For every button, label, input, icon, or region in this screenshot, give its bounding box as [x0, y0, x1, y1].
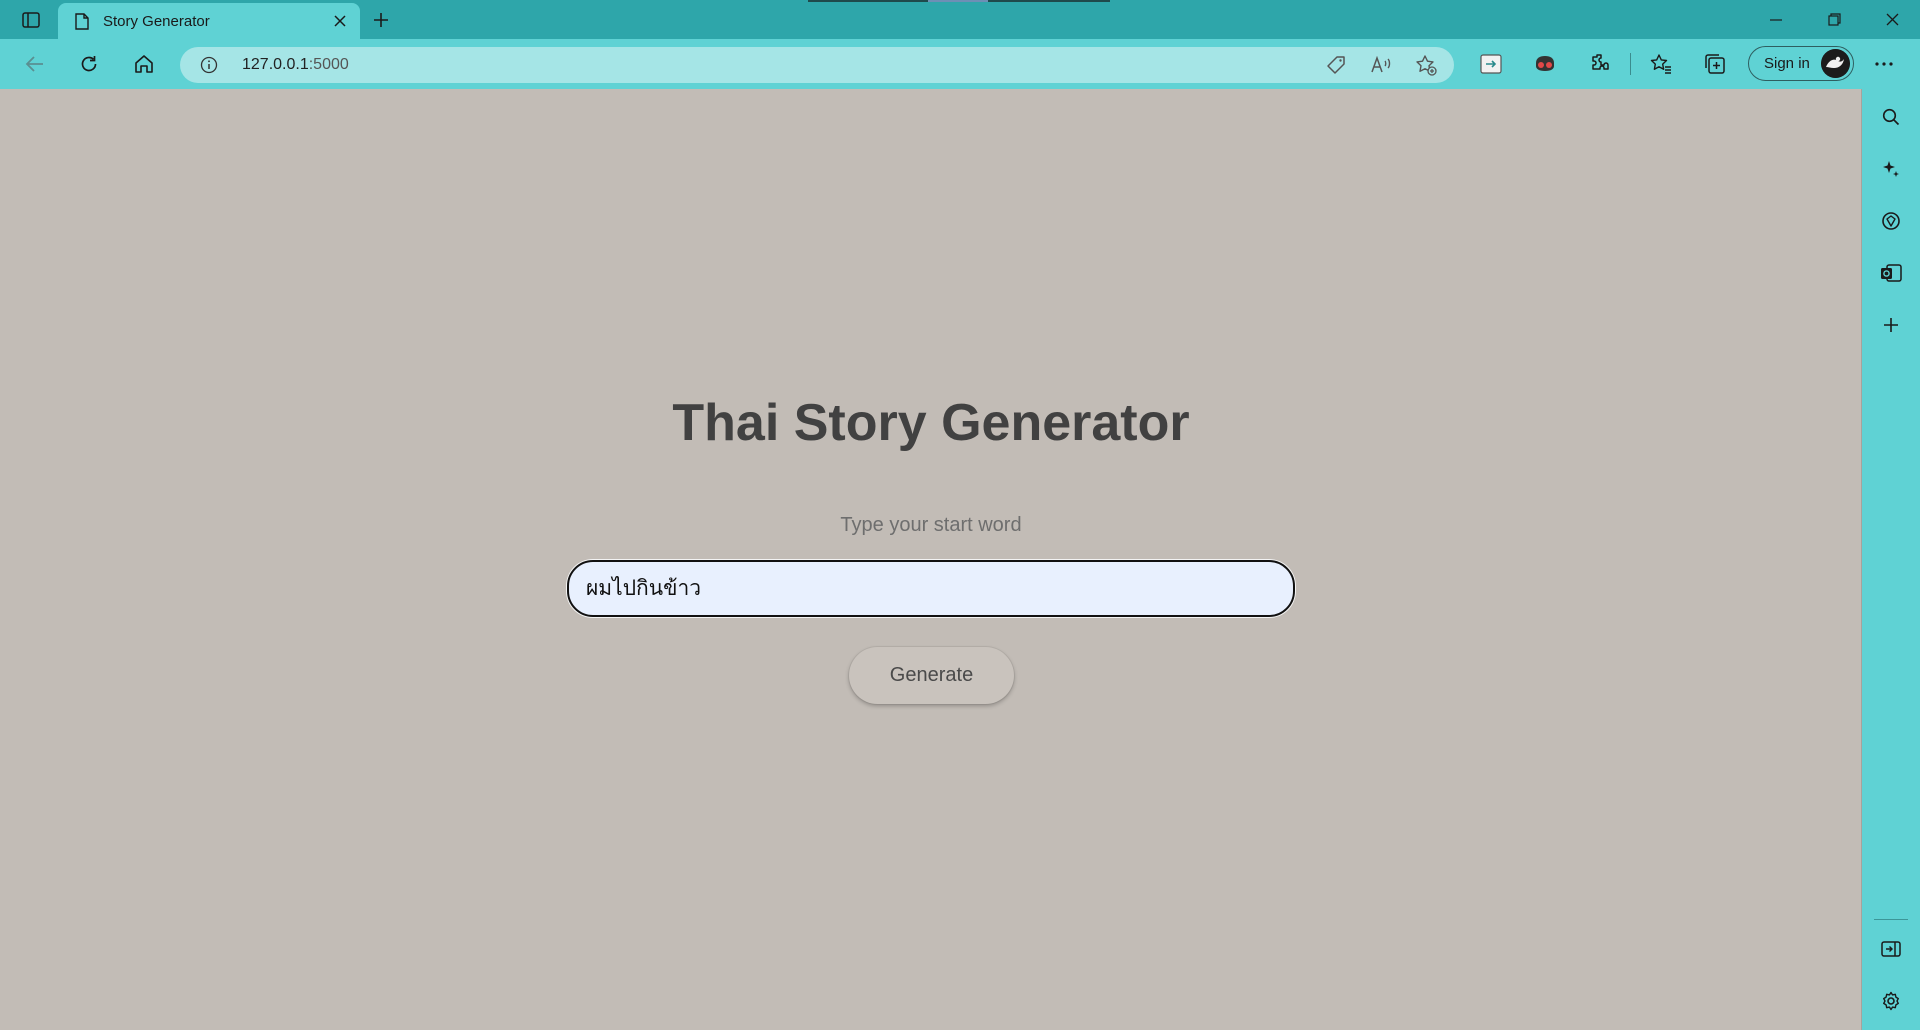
- settings-gear-icon[interactable]: [1876, 986, 1906, 1016]
- close-tab-icon[interactable]: [326, 7, 354, 35]
- outlook-icon[interactable]: [1876, 258, 1906, 288]
- hide-sidebar-icon[interactable]: [1876, 934, 1906, 964]
- extensions-icon[interactable]: [1582, 47, 1618, 81]
- extension-mask-icon[interactable]: [1527, 47, 1563, 81]
- generate-button[interactable]: Generate: [849, 647, 1014, 704]
- collections-icon[interactable]: [1697, 47, 1733, 81]
- add-favorite-icon[interactable]: [1413, 53, 1439, 77]
- copilot-sparkle-icon[interactable]: [1876, 154, 1906, 184]
- page-icon: [73, 12, 91, 30]
- refresh-icon[interactable]: [71, 47, 107, 81]
- extension-sync-icon[interactable]: [1473, 47, 1509, 81]
- url-text[interactable]: 127.0.0.1:5000: [242, 56, 349, 74]
- search-icon[interactable]: [1876, 102, 1906, 132]
- sign-in-label: Sign in: [1764, 55, 1810, 72]
- minimize-icon[interactable]: [1748, 0, 1804, 39]
- url-host: 127.0.0.1: [242, 56, 309, 73]
- url-port: :5000: [308, 56, 349, 73]
- add-sidebar-app-icon[interactable]: [1876, 310, 1906, 340]
- tab-strip-indicator-highlight: [928, 0, 988, 2]
- tab-title: Story Generator: [103, 12, 210, 30]
- home-icon[interactable]: [126, 47, 162, 81]
- shopping-icon[interactable]: [1876, 206, 1906, 236]
- start-word-input[interactable]: [567, 560, 1295, 617]
- edge-sidebar: [1862, 89, 1920, 1030]
- page-content: Thai Story Generator Type your start wor…: [0, 89, 1862, 1030]
- sign-in-button[interactable]: Sign in: [1748, 46, 1854, 81]
- site-info-icon[interactable]: [198, 54, 220, 76]
- sidebar-divider: [1874, 919, 1908, 920]
- restore-icon[interactable]: [1806, 0, 1862, 39]
- tab-story-generator[interactable]: Story Generator: [58, 3, 360, 39]
- title-bar: Story Generator: [0, 0, 1920, 39]
- start-word-label: Type your start word: [840, 514, 1022, 536]
- more-options-icon[interactable]: [1866, 47, 1902, 81]
- avatar: [1821, 49, 1850, 78]
- read-aloud-icon[interactable]: [1369, 53, 1395, 77]
- address-bar[interactable]: 127.0.0.1:5000: [180, 47, 1454, 83]
- tab-actions-icon[interactable]: [14, 6, 48, 34]
- toolbar-divider: [1630, 53, 1631, 75]
- page-title: Thai Story Generator: [672, 394, 1190, 452]
- navigation-toolbar: 127.0.0.1:5000 Sign in: [0, 39, 1920, 89]
- new-tab-icon[interactable]: [366, 6, 396, 34]
- close-window-icon[interactable]: [1864, 0, 1920, 39]
- shopping-tag-icon[interactable]: [1323, 53, 1349, 77]
- back-icon[interactable]: [17, 47, 53, 81]
- favorites-icon[interactable]: [1643, 47, 1679, 81]
- browser-window: Story Generator 127.0.0.1:5000 Sign in T…: [0, 0, 1920, 1030]
